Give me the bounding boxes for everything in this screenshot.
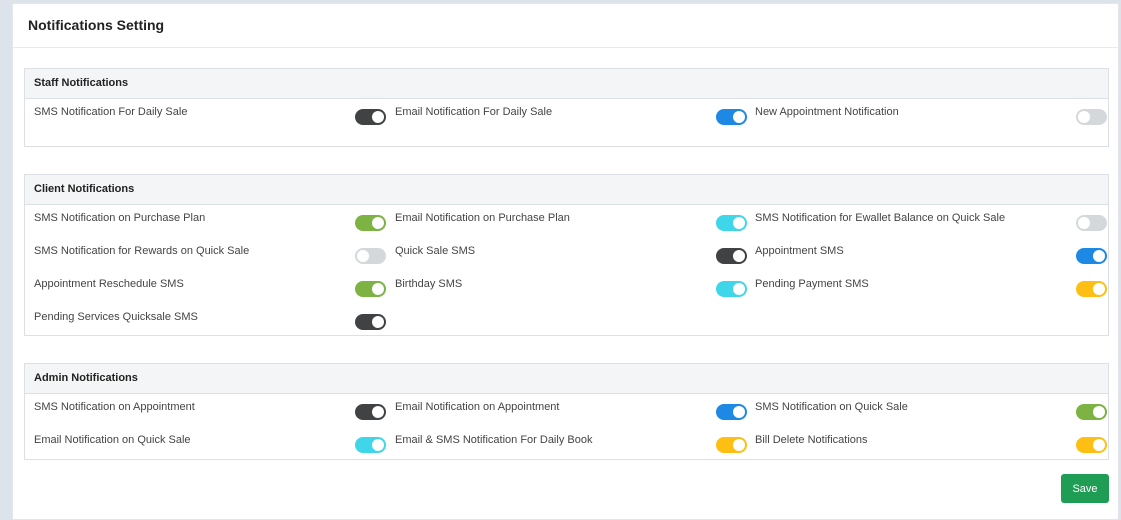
notification-toggle[interactable]	[355, 248, 386, 264]
notification-item: Email Notification on Quick Sale	[34, 427, 386, 460]
notification-label: Appointment SMS	[755, 245, 844, 257]
notification-item: Appointment Reschedule SMS	[34, 271, 386, 304]
notification-item: SMS Notification for Ewallet Balance on …	[755, 205, 1107, 238]
notification-label: Email Notification on Quick Sale	[34, 434, 191, 446]
notification-item: Birthday SMS	[395, 271, 747, 304]
notifications-card: Notifications Setting Staff Notification…	[12, 3, 1119, 520]
notification-toggle[interactable]	[355, 281, 386, 297]
notification-item: Pending Services Quicksale SMS	[34, 304, 386, 337]
notification-row: Pending Services Quicksale SMS	[25, 304, 1108, 337]
notification-toggle[interactable]	[716, 281, 747, 297]
notification-item: SMS Notification on Appointment	[34, 394, 386, 427]
notification-item: SMS Notification on Purchase Plan	[34, 205, 386, 238]
notification-row: SMS Notification for Rewards on Quick Sa…	[25, 238, 1108, 271]
section-header: Client Notifications	[25, 175, 1108, 205]
notification-label: Birthday SMS	[395, 278, 463, 290]
save-button[interactable]: Save	[1061, 474, 1109, 503]
notification-label: Quick Sale SMS	[395, 245, 476, 257]
notification-item: Email Notification on Appointment	[395, 394, 747, 427]
notification-row: SMS Notification on Appointment Email No…	[25, 394, 1108, 427]
notification-label: Email Notification on Appointment	[395, 401, 560, 413]
notification-label: SMS Notification for Ewallet Balance on …	[755, 212, 1006, 224]
notification-label: Email Notification on Purchase Plan	[395, 212, 570, 224]
notification-item: Quick Sale SMS	[395, 238, 747, 271]
notification-toggle[interactable]	[355, 314, 386, 330]
admin-notifications-section: Admin Notifications SMS Notification on …	[24, 363, 1109, 460]
notification-label: Email & SMS Notification For Daily Book	[395, 434, 593, 446]
notification-item: SMS Notification for Rewards on Quick Sa…	[34, 238, 386, 271]
notification-label: SMS Notification For Daily Sale	[34, 106, 188, 118]
notification-item: Appointment SMS	[755, 238, 1107, 271]
notification-label: Pending Services Quicksale SMS	[34, 311, 198, 323]
notification-toggle[interactable]	[716, 215, 747, 231]
notification-row: SMS Notification For Daily Sale Email No…	[25, 99, 1108, 132]
notification-label: Pending Payment SMS	[755, 278, 869, 290]
section-title-client: Client Notifications	[34, 183, 135, 195]
client-rows: SMS Notification on Purchase Plan Email …	[25, 205, 1108, 337]
notification-toggle[interactable]	[716, 248, 747, 264]
notification-toggle[interactable]	[1076, 248, 1107, 264]
section-header: Staff Notifications	[25, 69, 1108, 99]
notification-item: Bill Delete Notifications	[755, 427, 1107, 460]
notification-toggle[interactable]	[1076, 437, 1107, 453]
notification-toggle[interactable]	[1076, 215, 1107, 231]
notification-row: SMS Notification on Purchase Plan Email …	[25, 205, 1108, 238]
notification-label: Email Notification For Daily Sale	[395, 106, 553, 118]
client-notifications-section: Client Notifications SMS Notification on…	[24, 174, 1109, 336]
notification-toggle[interactable]	[716, 404, 747, 420]
notification-toggle[interactable]	[355, 404, 386, 420]
notification-item: New Appointment Notification	[755, 99, 1107, 132]
notification-label: SMS Notification on Purchase Plan	[34, 212, 206, 224]
notification-toggle[interactable]	[716, 109, 747, 125]
notification-label: Appointment Reschedule SMS	[34, 278, 184, 290]
notification-toggle[interactable]	[1076, 109, 1107, 125]
notification-row: Email Notification on Quick Sale Email &…	[25, 427, 1108, 460]
notification-item: Email Notification on Purchase Plan	[395, 205, 747, 238]
notification-label: SMS Notification on Quick Sale	[755, 401, 908, 413]
notification-item: Email Notification For Daily Sale	[395, 99, 747, 132]
notification-item: Pending Payment SMS	[755, 271, 1107, 304]
admin-rows: SMS Notification on Appointment Email No…	[25, 394, 1108, 460]
notification-label: Bill Delete Notifications	[755, 434, 868, 446]
notification-item: SMS Notification For Daily Sale	[34, 99, 386, 132]
notification-row: Appointment Reschedule SMS Birthday SMS …	[25, 271, 1108, 304]
notification-toggle[interactable]	[355, 215, 386, 231]
section-title-staff: Staff Notifications	[34, 77, 129, 89]
staff-notifications-section: Staff Notifications SMS Notification For…	[24, 68, 1109, 147]
staff-rows: SMS Notification For Daily Sale Email No…	[25, 99, 1108, 132]
page-title: Notifications Setting	[28, 17, 165, 33]
notification-label: SMS Notification on Appointment	[34, 401, 195, 413]
section-header: Admin Notifications	[25, 364, 1108, 394]
notification-toggle[interactable]	[716, 437, 747, 453]
notification-toggle[interactable]	[1076, 281, 1107, 297]
notification-toggle[interactable]	[355, 437, 386, 453]
notification-toggle[interactable]	[355, 109, 386, 125]
card-header: Notifications Setting	[13, 4, 1118, 48]
notification-item: Email & SMS Notification For Daily Book	[395, 427, 747, 460]
notification-toggle[interactable]	[1076, 404, 1107, 420]
notification-label: New Appointment Notification	[755, 106, 899, 118]
section-title-admin: Admin Notifications	[34, 372, 138, 384]
notification-label: SMS Notification for Rewards on Quick Sa…	[34, 245, 250, 257]
notification-item: SMS Notification on Quick Sale	[755, 394, 1107, 427]
